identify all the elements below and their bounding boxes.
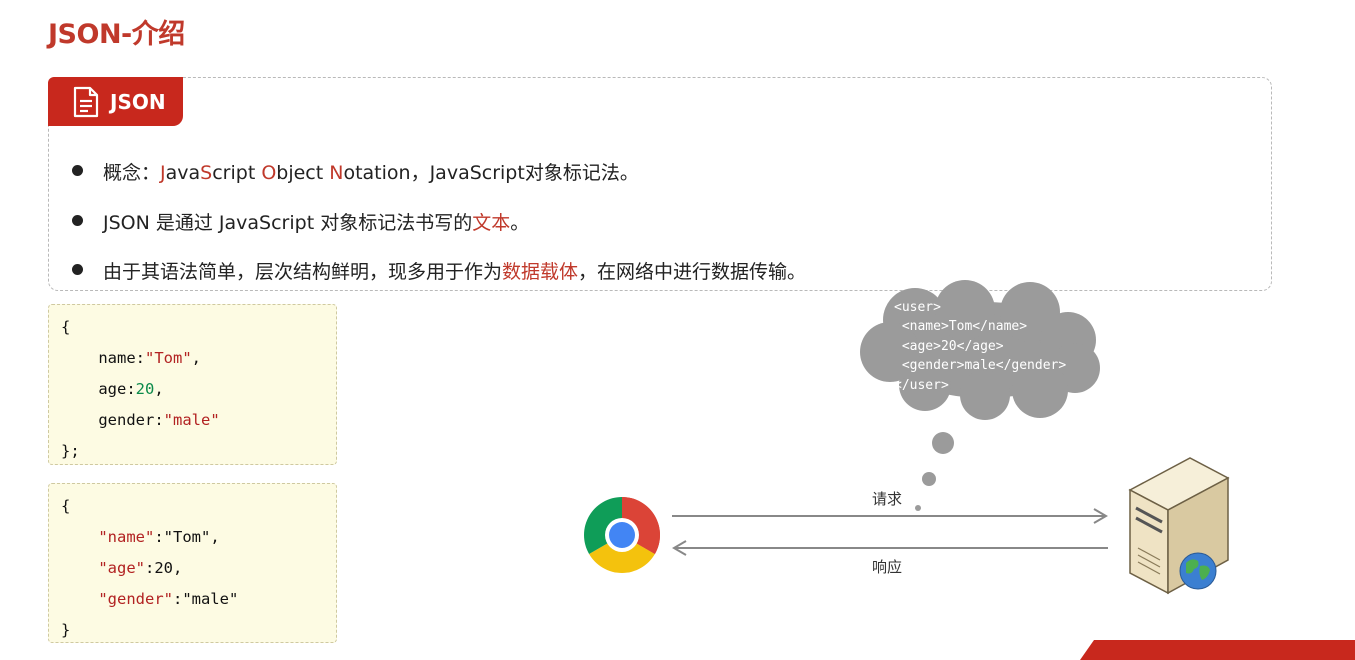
response-label: 响应 [872,558,903,576]
response-arrow [672,540,1108,556]
chrome-browser-icon [584,497,660,573]
server-globe-icon [1128,457,1230,595]
thought-bubble-small [915,505,921,511]
footer-banner [1080,640,1355,660]
thought-bubble-medium [922,472,936,486]
request-arrow [672,508,1108,524]
xml-cloud-text: <user> <name>Tom</name> <age>20</age> <g… [894,300,1067,393]
thought-bubble-large [932,432,954,454]
request-response-diagram [584,280,1230,595]
request-label: 请求 [872,490,903,508]
